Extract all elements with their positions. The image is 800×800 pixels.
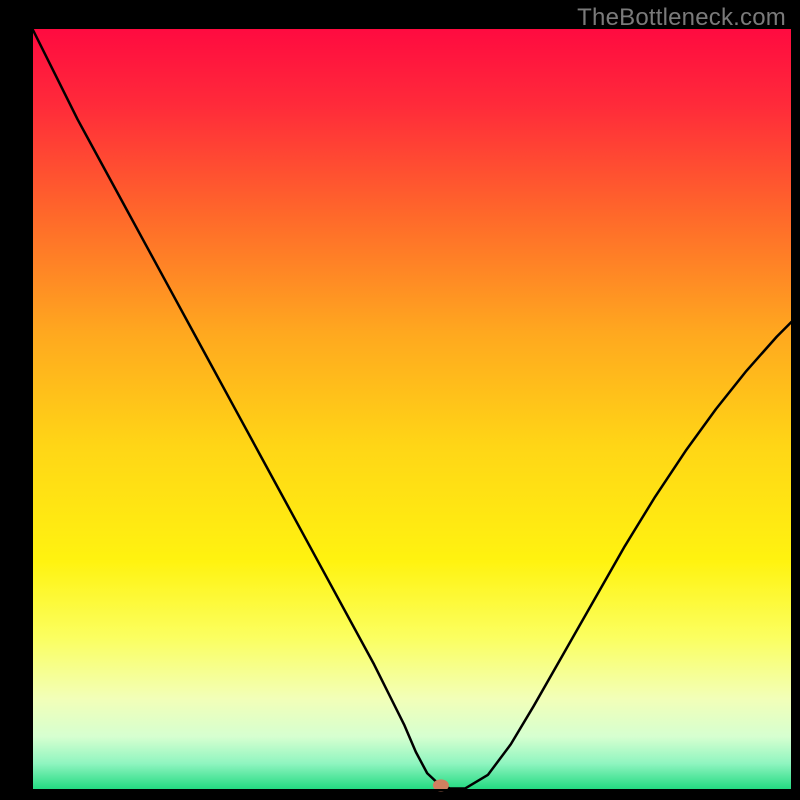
chart-svg — [0, 0, 800, 800]
watermark-text: TheBottleneck.com — [577, 4, 786, 32]
bottleneck-chart — [0, 0, 800, 800]
plot-background — [32, 28, 792, 790]
